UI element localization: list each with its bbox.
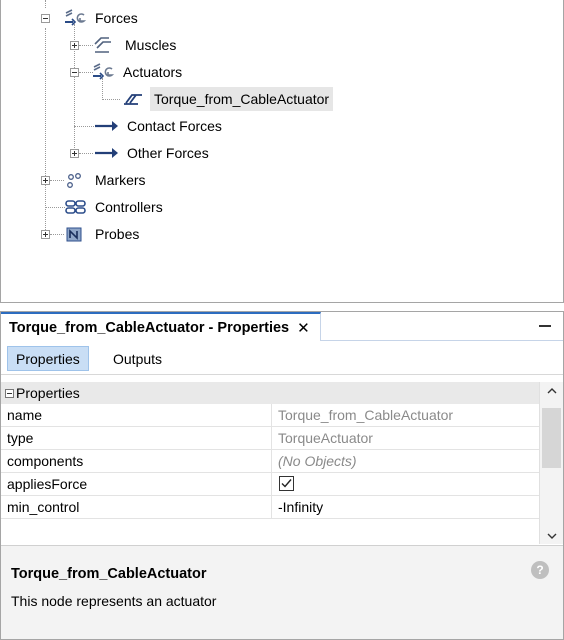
- properties-subtabs: Properties Outputs: [1, 342, 563, 375]
- tab-label: Outputs: [113, 350, 163, 367]
- properties-window-tab[interactable]: Torque_from_CableActuator - Properties ✕: [1, 312, 321, 341]
- tab-outputs[interactable]: Outputs: [105, 346, 170, 371]
- actuators-icon: [93, 63, 115, 80]
- tree-node-other-forces[interactable]: Other Forces: [93, 140, 213, 166]
- tree-node-markers[interactable]: Markers: [63, 167, 150, 193]
- description-text: This node represents an actuator: [11, 593, 217, 609]
- property-row-applies-force[interactable]: appliesForce: [1, 473, 539, 496]
- property-value[interactable]: Torque_from_CableActuator: [278, 407, 453, 423]
- tree-node-label: Markers: [95, 172, 146, 188]
- chevron-up-icon[interactable]: [546, 387, 558, 395]
- tree-node-label: Controllers: [95, 199, 163, 215]
- column-divider: [271, 427, 272, 450]
- probes-icon: [66, 227, 82, 242]
- applies-force-checkbox[interactable]: [279, 476, 294, 491]
- scrollbar-thumb[interactable]: [542, 408, 561, 468]
- column-divider: [271, 496, 272, 519]
- tree-node-label: Torque_from_CableActuator: [150, 87, 334, 111]
- property-sheet: Properties name Torque_from_CableActuato…: [1, 382, 563, 544]
- tree-node-torque-actuator[interactable]: Torque_from_CableActuator: [120, 86, 334, 112]
- property-name: components: [7, 453, 84, 469]
- tree-connector: [102, 99, 120, 100]
- tree-node-label: Actuators: [123, 64, 183, 80]
- tree-connector: [45, 207, 65, 208]
- tree-node-probes[interactable]: Probes: [63, 221, 143, 247]
- minimize-icon[interactable]: [539, 325, 551, 327]
- tree-connector: [45, 0, 46, 8]
- property-sheet-scrollbar[interactable]: [539, 382, 563, 544]
- model-tree-panel: Forces Muscles Actuators Torque_from_Cab…: [0, 0, 564, 303]
- collapse-toggle-section[interactable]: [5, 388, 14, 398]
- tree-node-controllers[interactable]: Controllers: [63, 194, 167, 220]
- section-header-label: Properties: [16, 385, 80, 401]
- tree-node-actuators[interactable]: Actuators: [91, 59, 186, 85]
- property-row-name[interactable]: name Torque_from_CableActuator: [1, 404, 539, 427]
- forces-icon: [65, 9, 87, 26]
- column-divider: [271, 473, 272, 496]
- column-divider: [271, 404, 272, 427]
- properties-panel: Torque_from_CableActuator - Properties ✕…: [0, 311, 564, 640]
- tree-connector: [45, 28, 46, 236]
- tree-connector: [79, 153, 93, 154]
- arrow-icon: [95, 148, 118, 158]
- expand-toggle-markers[interactable]: [41, 176, 50, 185]
- collapse-toggle-forces[interactable]: [41, 14, 50, 23]
- property-value[interactable]: (No Objects): [278, 453, 357, 469]
- arrow-icon: [95, 121, 118, 131]
- property-value[interactable]: -Infinity: [278, 499, 323, 515]
- controllers-icon: [65, 200, 86, 214]
- checkmark-icon: [281, 479, 292, 488]
- properties-tab-bar: Torque_from_CableActuator - Properties ✕: [1, 312, 563, 341]
- properties-window-title: Torque_from_CableActuator - Properties: [9, 319, 290, 336]
- tree-node-forces[interactable]: Forces: [63, 5, 142, 31]
- expand-toggle-other-forces[interactable]: [70, 149, 79, 158]
- tree-node-label: Forces: [95, 10, 138, 26]
- tree-node-muscles[interactable]: Muscles: [91, 32, 180, 58]
- property-row-components[interactable]: components (No Objects): [1, 450, 539, 473]
- expand-toggle-probes[interactable]: [41, 230, 50, 239]
- property-name: min_control: [7, 499, 80, 515]
- tree-node-label: Probes: [95, 226, 140, 242]
- tree-connector: [50, 234, 64, 235]
- tree-node-contact-forces[interactable]: Contact Forces: [93, 113, 226, 139]
- tree-node-label: Other Forces: [127, 145, 209, 161]
- property-name: type: [7, 430, 34, 446]
- property-row-type[interactable]: type TorqueActuator: [1, 427, 539, 450]
- property-row-min-control[interactable]: min_control -Infinity: [1, 496, 539, 519]
- close-icon[interactable]: ✕: [297, 319, 310, 337]
- tree-node-label: Muscles: [125, 37, 177, 53]
- tree-connector: [74, 126, 94, 127]
- help-icon[interactable]: ?: [531, 561, 549, 579]
- tree-node-label: Contact Forces: [127, 118, 222, 134]
- property-name: name: [7, 407, 43, 423]
- expand-toggle-muscles[interactable]: [70, 41, 79, 50]
- tree-connector: [50, 180, 64, 181]
- markers-icon: [67, 173, 81, 188]
- chevron-down-icon[interactable]: [546, 532, 558, 540]
- property-name: appliesForce: [7, 476, 88, 492]
- description-area: Torque_from_CableActuator This node repr…: [1, 545, 563, 639]
- property-value[interactable]: TorqueActuator: [278, 430, 373, 446]
- properties-section-header[interactable]: Properties: [1, 382, 539, 404]
- tab-properties[interactable]: Properties: [7, 346, 89, 371]
- actuator-item-icon: [124, 94, 142, 105]
- column-divider: [271, 450, 272, 473]
- muscles-icon: [94, 37, 111, 53]
- tab-label: Properties: [16, 350, 80, 367]
- description-title: Torque_from_CableActuator: [11, 566, 207, 582]
- collapse-toggle-actuators[interactable]: [70, 68, 79, 77]
